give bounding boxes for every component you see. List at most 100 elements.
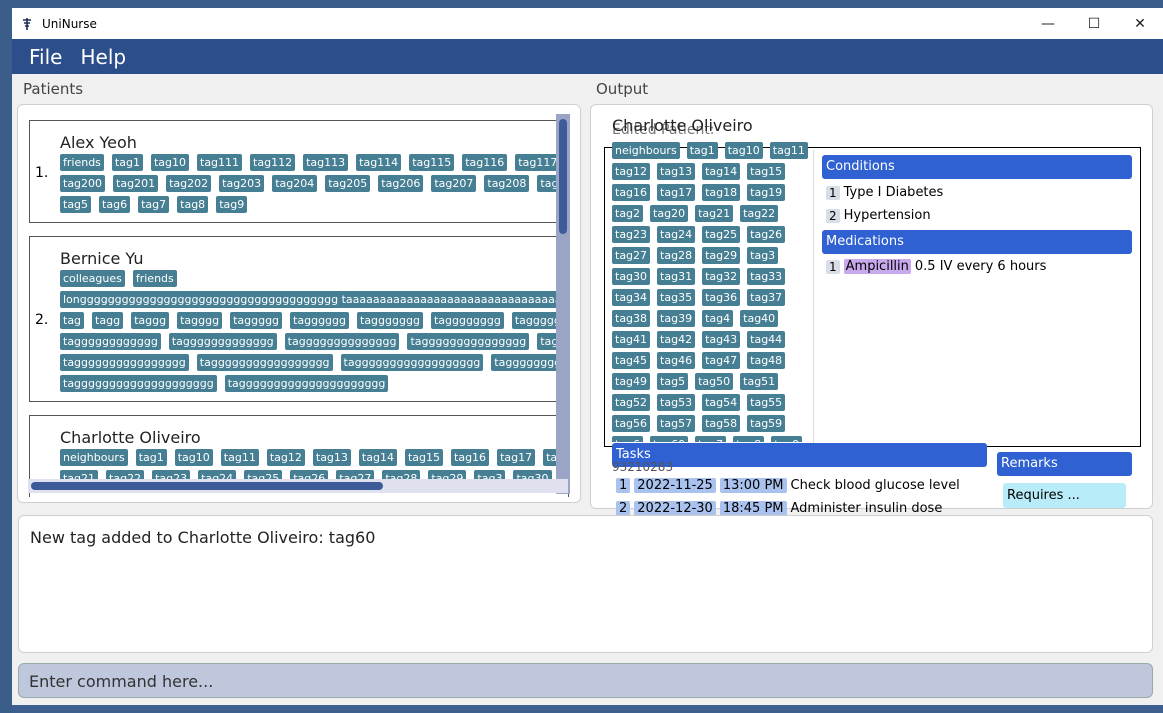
task-item: 2 2022-12-30 18:45 PM Administer insulin… [616,501,942,516]
patient-name: Charlotte Oliveiro [60,428,201,447]
tag: tag16 [451,449,490,466]
output-label: Output [596,80,649,98]
patient-list[interactable]: 1. Alex Yeoh friends tag1 tag10 tag111 tag11… [18,114,570,497]
tag-row: tag30 tag31 tag32 tag33 [612,268,808,285]
tag-row: friends tag1 tag10 tag111 tag112 tag113 tag114… [60,154,568,171]
tag: taggggg [230,312,283,329]
tag-row: tag tagg taggg tagggg taggggg tagggggg taggggg… [60,312,568,329]
tag: tag43 [702,331,741,348]
tag: tag41 [612,331,651,348]
patient-list-vertical-scrollbar[interactable] [556,114,570,494]
tag: tag20 [650,205,689,222]
tag: tag117 [515,154,561,171]
tag-row: tag2 tag20 tag21 tag22 [612,205,808,222]
patient-list-horizontal-scrollbar[interactable] [28,479,568,493]
tag: tag35 [657,289,696,306]
tag: tag7 [138,196,170,213]
tag: longgggggggggggggggggggggggggggggggggggg… [60,291,568,308]
tag: tag23 [612,226,651,243]
command-input[interactable] [29,670,1139,692]
tag: tag206 [378,175,424,192]
medication-drug: Ampicillin [843,259,911,274]
tag: tag27 [612,247,651,264]
scroll-thumb[interactable] [31,482,383,490]
tag: tag25 [702,226,741,243]
tag: tag116 [462,154,508,171]
output-tags: neighbours tag1 tag10 tag11 tag12 tag13 tag14 t… [612,142,808,442]
scroll-thumb[interactable] [559,119,567,234]
menu-file[interactable]: File [29,45,62,69]
tag: tag13 [312,449,351,466]
tag: tagggggggggggggggggg [340,354,484,371]
tag: tag49 [612,373,651,390]
tag: tag8 [177,196,209,213]
tag: tag17 [657,184,696,201]
tag: colleagues [60,270,125,287]
close-button[interactable]: ✕ [1117,8,1163,39]
tag: neighbours [612,142,680,159]
task-description: Check blood glucose level [790,478,960,493]
tag: tag16 [612,184,651,201]
tag: tag13 [657,163,696,180]
patient-card-bernice[interactable]: 2. Bernice Yu colleagues friends longggggg… [29,236,569,402]
result-message: New tag added to Charlotte Oliveiro: tag… [30,528,376,547]
tag: tag29 [702,247,741,264]
tag: tag40 [740,310,779,327]
tag: tag60 [650,436,689,442]
tag-row: tag34 tag35 tag36 tag37 [612,289,808,306]
tag: tag14 [702,163,741,180]
output-divider [813,150,814,445]
tag: tag24 [657,226,696,243]
tag: tagggggggggggg [60,333,161,350]
patient-index: 2. [35,312,49,328]
tag: tag54 [702,394,741,411]
tag: tagggggg [290,312,349,329]
command-box[interactable] [18,663,1153,698]
task-time: 13:00 PM [719,478,787,493]
tag: taggg [131,312,170,329]
tag-row: longgggggggggggggggggggggggggggggggggggg… [60,291,568,308]
tag: tag15 [404,449,444,466]
tag: tag51 [740,373,779,390]
patient-index: 1. [35,165,49,181]
tag: tag37 [747,289,786,306]
condition-text: Type I Diabetes [843,185,944,200]
patient-card-alex[interactable]: 1. Alex Yeoh friends tag1 tag10 tag111 tag11… [29,120,569,223]
tag: tagggg [177,312,223,329]
tag: tag1 [135,449,167,466]
tag: tag203 [219,175,265,192]
tag: friends [132,270,177,287]
tag: tag5 [60,196,92,213]
tag-row: tagggggggggggggggg taggggggggggggggggg tag… [60,354,568,371]
tag: tag57 [657,415,696,432]
tag: tag3 [747,247,779,264]
tag: taggggggggggggggggg [196,354,333,371]
remarks-header: Remarks [997,452,1132,476]
tag: tag115 [409,154,455,171]
tag: tag10 [724,142,763,159]
tag-row: tag16 tag17 tag18 tag19 [612,184,808,201]
task-description: Administer insulin dose [790,501,943,516]
menu-help[interactable]: Help [80,45,126,69]
tag: tag50 [695,373,734,390]
tag-row: tag41 tag42 tag43 tag44 [612,331,808,348]
tag: tag202 [166,175,212,192]
output-patient-name: Charlotte Oliveiro [612,116,753,135]
tag: tag11 [769,142,808,159]
tag: tag31 [657,268,696,285]
tag: tag111 [197,154,243,171]
tag: tag207 [431,175,477,192]
tag: tag52 [612,394,651,411]
tag-row: tag45 tag46 tag47 tag48 [612,352,808,369]
tag: tag11 [220,449,259,466]
tag: tag8 [733,436,765,442]
tag-row: tag38 tag39 tag4 tag40 [612,310,808,327]
maximize-button[interactable]: ☐ [1071,8,1117,39]
tag: tag7 [695,436,727,442]
tag: tagggggggggggggggggggg [60,375,217,392]
task-date: 2022-12-30 [634,501,716,516]
condition-number: 1 [826,185,840,200]
tag: tag1 [686,142,718,159]
minimize-button[interactable]: — [1025,8,1071,39]
tag: tag32 [702,268,741,285]
